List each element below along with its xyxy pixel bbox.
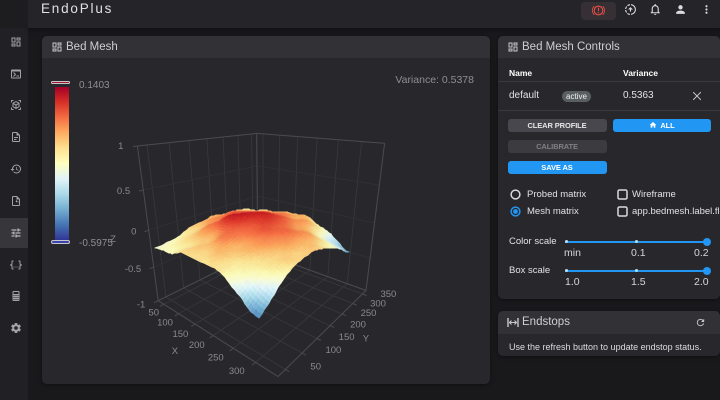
svg-text:100: 100 bbox=[157, 318, 173, 329]
svg-text:0.5: 0.5 bbox=[117, 186, 130, 197]
svg-text:350: 350 bbox=[380, 289, 396, 300]
svg-text:150: 150 bbox=[339, 332, 355, 343]
svg-text:-0.5: -0.5 bbox=[125, 264, 141, 275]
svg-text:Y: Y bbox=[363, 333, 370, 344]
svg-text:1: 1 bbox=[118, 141, 123, 152]
svg-text:300: 300 bbox=[370, 299, 386, 310]
svg-text:-1: -1 bbox=[137, 300, 145, 311]
svg-text:300: 300 bbox=[229, 366, 245, 377]
svg-text:Z: Z bbox=[110, 234, 116, 245]
svg-text:250: 250 bbox=[208, 353, 224, 364]
svg-text:X: X bbox=[172, 346, 179, 357]
svg-text:50: 50 bbox=[310, 362, 321, 373]
svg-text:150: 150 bbox=[172, 329, 188, 340]
svg-text:200: 200 bbox=[189, 340, 205, 351]
svg-text:200: 200 bbox=[350, 319, 366, 330]
svg-text:100: 100 bbox=[325, 345, 341, 356]
svg-text:0: 0 bbox=[131, 226, 136, 237]
svg-text:250: 250 bbox=[361, 308, 377, 319]
